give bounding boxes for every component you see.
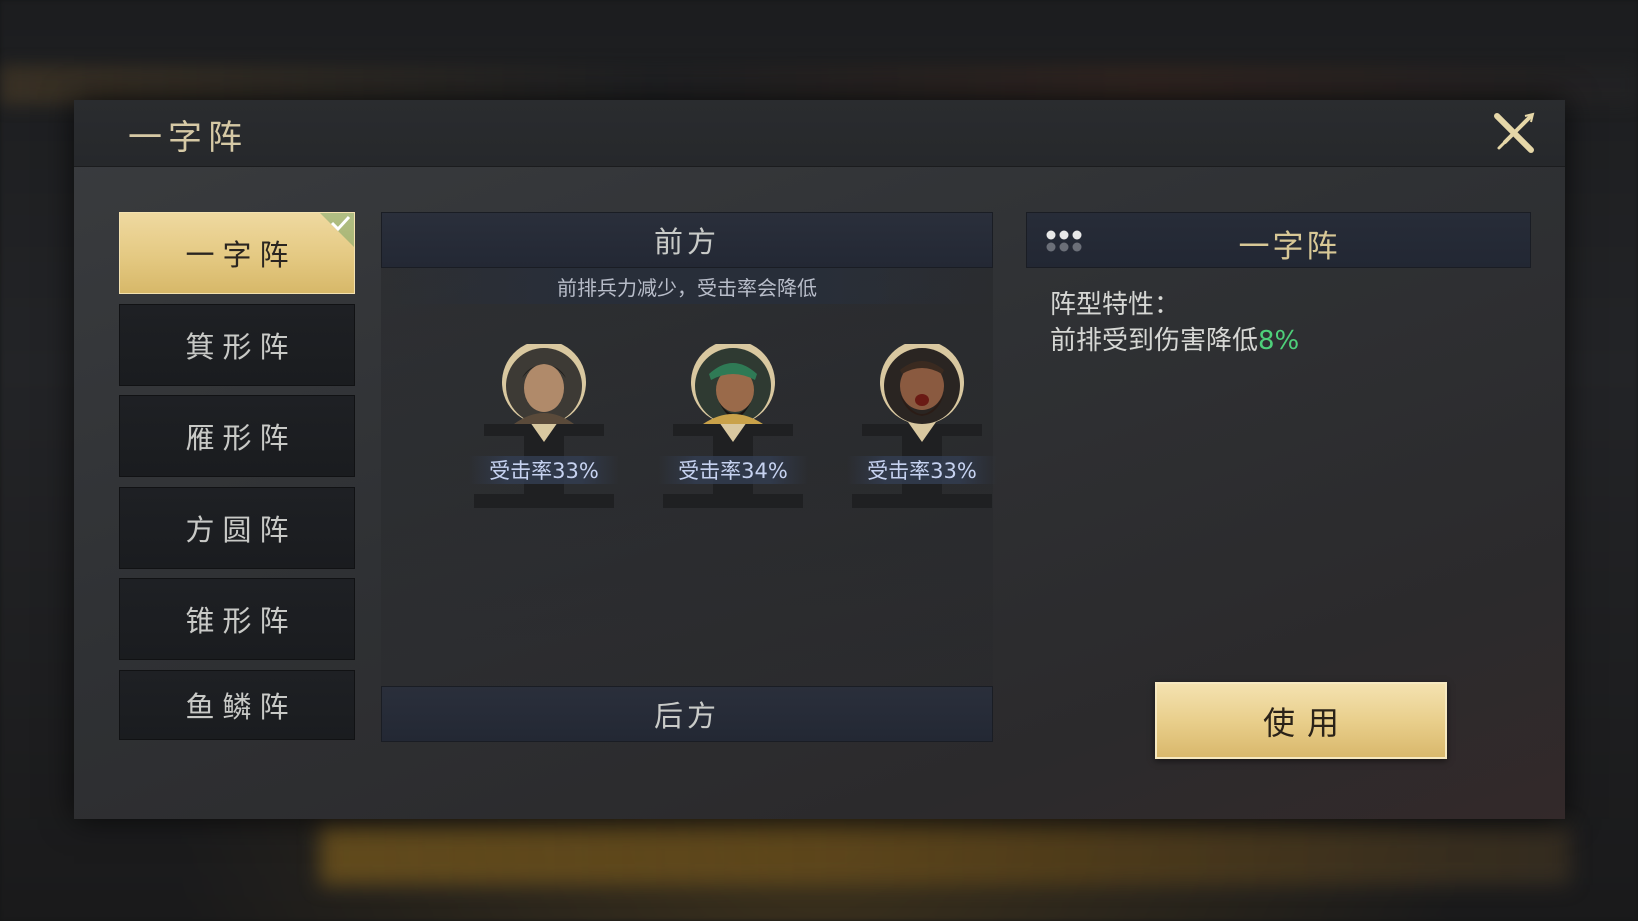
hit-rate-label: 受击率33% [847,456,997,484]
formation-item-label: 雁形阵 [185,421,297,455]
hit-rate-label: 受击率34% [658,456,808,484]
hit-rate-text: 受击率33% [867,459,977,483]
hit-rate-text: 受击率33% [489,459,599,483]
general-slot[interactable]: 受击率34% [658,344,808,524]
rear-section-bar: 后方 [381,686,993,742]
formation-item-label: 一字阵 [185,238,297,272]
formation-item-label: 鱼鳞阵 [185,689,297,724]
formation-item-yulin[interactable]: 鱼鳞阵 [119,669,355,740]
formation-item-label: 锥形阵 [185,604,297,638]
front-section-bar: 前方 [381,212,993,268]
hit-rate-label: 受击率33% [469,456,619,484]
blurred-background-bottom-bar [320,825,1570,885]
formation-preview: 前方 前排兵力减少，受击率会降低 受击率33% 受击率34% 受击率33% 后方 [381,212,997,742]
dialog-title: 一字阵 [128,118,248,158]
use-button-label: 使用 [1262,703,1351,742]
close-icon [1494,112,1535,153]
formation-item-zhui[interactable]: 锥形阵 [119,578,355,660]
use-button[interactable]: 使用 [1155,682,1447,759]
detail-header: 一字阵 [1026,212,1531,268]
rear-section-title: 后方 [653,699,720,733]
general-portrait-icon [880,344,964,442]
formation-item-yan[interactable]: 雁形阵 [119,395,355,477]
general-portrait-icon [502,344,586,442]
dialog-header: 一字阵 [74,100,1565,167]
trait-text: 前排受到伤害降低 [1050,326,1259,356]
hit-rate-text: 受击率34% [678,459,788,483]
general-slot[interactable]: 受击率33% [847,344,997,524]
formation-item-fangyuan[interactable]: 方圆阵 [119,486,355,569]
close-button[interactable] [1491,110,1537,156]
detail-title: 一字阵 [1238,229,1341,265]
trait-value: 8% [1258,326,1300,356]
formation-item-yizi[interactable]: 一字阵 [119,212,355,294]
selected-check-icon [320,213,354,247]
blurred-background-top-bar [0,65,1638,105]
trait-label: 阵型特性： [1050,290,1181,320]
general-slot[interactable]: 受击率33% [469,344,619,524]
formation-item-label: 方圆阵 [185,512,297,547]
front-note-text: 前排兵力减少，受击率会降低 [557,275,817,300]
general-portrait-icon [691,344,775,442]
front-section-title: 前方 [653,225,720,259]
trait-description: 前排受到伤害降低8% [1050,320,1299,357]
formation-item-label: 箕形阵 [185,329,297,364]
formation-list: 一字阵 箕形阵 雁形阵 方圆阵 锥形阵 鱼鳞阵 [119,212,355,749]
front-note: 前排兵力减少，受击率会降低 [381,268,993,304]
formation-item-ji[interactable]: 箕形阵 [119,303,355,386]
